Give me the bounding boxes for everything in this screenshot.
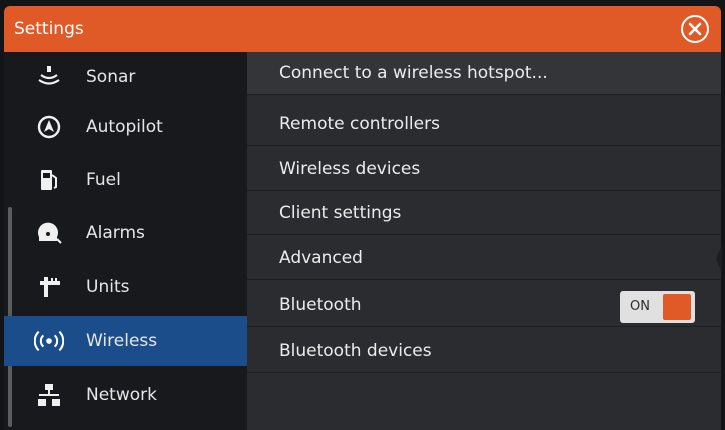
toggle-state-label: ON <box>630 299 650 314</box>
sidebar-item-label: Alarms <box>86 223 145 243</box>
row-label: Client settings <box>279 203 402 223</box>
remote-controllers-row[interactable]: Remote controllers <box>247 103 721 146</box>
client-settings-row[interactable]: Client settings <box>247 192 721 235</box>
units-icon <box>34 272 64 302</box>
close-icon <box>688 22 702 36</box>
sidebar-item-label: Autopilot <box>86 117 163 137</box>
bluetooth-devices-row[interactable]: Bluetooth devices <box>247 330 721 373</box>
bluetooth-row[interactable]: Bluetooth ON <box>247 284 721 327</box>
fuel-pump-icon <box>34 165 64 195</box>
sidebar-item-units[interactable]: Units <box>4 262 247 312</box>
sidebar-item-label: Network <box>86 385 157 405</box>
settings-window: Settings Sonar Autopilot Fuel Alarms Uni… <box>0 0 725 430</box>
wireless-settings-panel: Connect to a wireless hotspot... Remote … <box>247 52 722 430</box>
sonar-icon <box>34 62 64 92</box>
title-bar: Settings <box>4 6 721 52</box>
close-button[interactable] <box>681 15 709 43</box>
window-title: Settings <box>14 19 84 39</box>
sidebar-item-fuel[interactable]: Fuel <box>4 155 247 205</box>
autopilot-icon <box>34 112 64 142</box>
row-label: Bluetooth <box>279 295 362 315</box>
sidebar-item-wireless[interactable]: Wireless <box>4 316 257 366</box>
sidebar-item-label: Fuel <box>86 170 121 190</box>
sidebar-item-network[interactable]: Network <box>4 370 247 420</box>
sidebar-item-label: Units <box>86 277 130 297</box>
alarm-icon <box>34 218 64 248</box>
wireless-devices-row[interactable]: Wireless devices <box>247 148 721 191</box>
row-label: Remote controllers <box>279 114 440 134</box>
sidebar-item-alarms[interactable]: Alarms <box>4 208 247 258</box>
settings-sidebar: Sonar Autopilot Fuel Alarms Units Wirele… <box>4 52 257 430</box>
bluetooth-toggle[interactable]: ON <box>620 291 695 323</box>
row-label: Wireless devices <box>279 159 421 179</box>
sidebar-item-sonar[interactable]: Sonar <box>4 52 247 102</box>
row-label: Advanced <box>279 248 363 268</box>
sidebar-item-label: Sonar <box>86 67 136 87</box>
connect-hotspot-row[interactable]: Connect to a wireless hotspot... <box>247 52 721 95</box>
row-label: Connect to a wireless hotspot... <box>279 63 548 83</box>
row-label: Bluetooth devices <box>279 341 432 361</box>
network-icon <box>34 380 64 410</box>
sidebar-item-label: Wireless <box>86 331 158 351</box>
wireless-icon <box>34 326 64 356</box>
advanced-row[interactable]: Advanced <box>247 237 722 280</box>
sidebar-item-autopilot[interactable]: Autopilot <box>4 102 247 152</box>
toggle-knob <box>663 294 691 320</box>
